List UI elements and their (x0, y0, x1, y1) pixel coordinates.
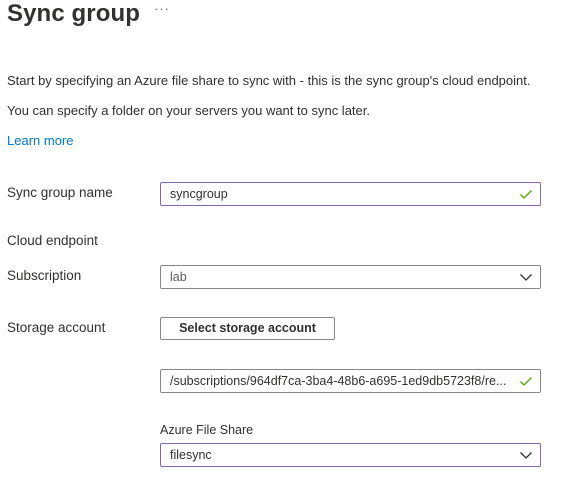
page-title: Sync group (7, 0, 141, 27)
cloud-endpoint-heading: Cloud endpoint (7, 233, 98, 248)
chevron-down-icon (520, 452, 532, 459)
storage-account-resource-field[interactable]: /subscriptions/964df7ca-3ba4-48b6-a695-1… (160, 369, 541, 393)
azure-file-share-label: Azure File Share (160, 423, 254, 437)
chevron-down-icon (520, 274, 532, 281)
azure-file-share-dropdown[interactable]: filesync (160, 443, 541, 467)
checkmark-icon (520, 377, 532, 386)
intro-text-line-2: You can specify a folder on your servers… (7, 103, 370, 118)
subscription-dropdown[interactable]: lab (160, 265, 541, 289)
intro-text-line-1: Start by specifying an Azure file share … (7, 73, 531, 88)
storage-account-label: Storage account (7, 320, 106, 335)
more-options-button[interactable]: ··· (154, 1, 170, 17)
sync-group-name-label: Sync group name (7, 185, 113, 200)
sync-group-name-value: syncgroup (170, 187, 228, 201)
learn-more-link[interactable]: Learn more (7, 133, 73, 149)
checkmark-icon (520, 190, 532, 199)
subscription-label: Subscription (7, 268, 82, 283)
storage-account-resource-path: /subscriptions/964df7ca-3ba4-48b6-a695-1… (170, 374, 507, 388)
azure-file-share-value: filesync (170, 448, 212, 462)
subscription-value: lab (170, 270, 187, 284)
sync-group-name-input[interactable]: syncgroup (160, 182, 541, 206)
select-storage-account-button[interactable]: Select storage account (160, 317, 335, 340)
